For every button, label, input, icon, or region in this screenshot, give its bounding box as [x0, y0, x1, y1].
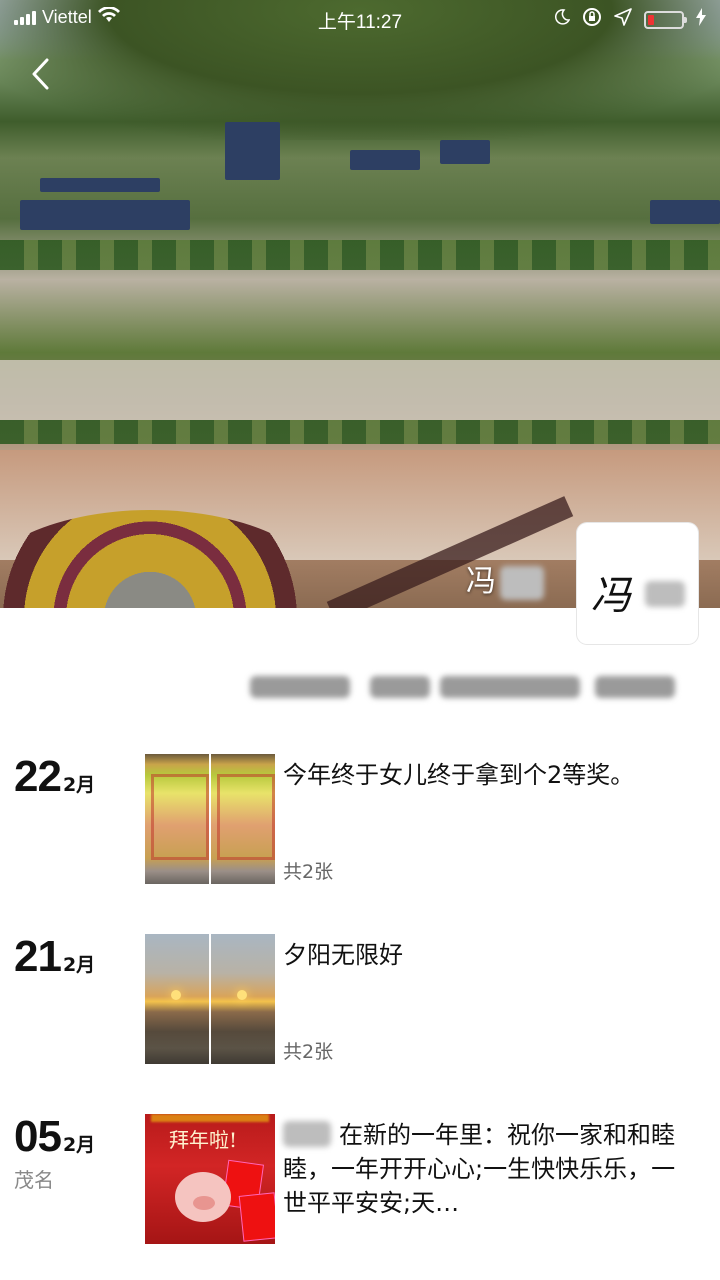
post-location: 茂名: [14, 1168, 54, 1192]
profile-signature-redacted: [250, 670, 690, 704]
thumbnail-sunset: [145, 934, 209, 1064]
status-right: [554, 7, 706, 32]
moment-entry[interactable]: 21 2月 夕阳无限好 共2张: [0, 932, 720, 1072]
thumbnail-banner-top: [151, 1114, 269, 1122]
post-date: 21 2月: [14, 932, 95, 982]
cover-building: [350, 150, 420, 170]
post-date: 22 2月: [14, 752, 95, 802]
profile-name: 冯: [466, 556, 544, 600]
post-text: 夕阳无限好: [283, 941, 403, 969]
avatar-signature: 冯: [591, 573, 631, 619]
cover-pagoda: [225, 122, 280, 180]
moment-entry[interactable]: 05 2月 茂名 拜年啦! 在新的一年里：祝你一家和和睦睦，一年开开心心;一生快…: [0, 1112, 720, 1280]
moment-entry[interactable]: 22 2月 今年终于女儿终于拿到个2等奖。 共2张: [0, 752, 720, 892]
post-thumbnails[interactable]: 拜年啦!: [145, 1114, 275, 1244]
cover-shrubs: [0, 420, 720, 444]
post-thumbnails[interactable]: [145, 934, 275, 1064]
thumbnail-new-year: 拜年啦!: [145, 1114, 275, 1244]
red-envelope: [238, 1192, 275, 1242]
post-day: 22: [14, 752, 62, 801]
thumbnail-certificate: [211, 754, 275, 884]
rotation-lock-icon: [582, 7, 602, 32]
post-text-content: 在新的一年里：祝你一家和和睦睦，一年开开心心;一生快快乐乐，一世平平安安;天…: [283, 1121, 676, 1217]
location-arrow-icon: [614, 8, 632, 31]
profile-name-redacted: [500, 565, 544, 600]
charging-bolt-icon: [696, 8, 706, 31]
thumbnail-certificate: [145, 754, 209, 884]
post-month: 2月: [62, 954, 96, 976]
avatar-redacted: [645, 581, 685, 607]
post-text: 在新的一年里：祝你一家和和睦睦，一年开开心心;一生快快乐乐，一世平平安安;天…: [283, 1118, 683, 1220]
cover-temple-roof: [40, 178, 160, 192]
cover-trees: [0, 240, 720, 270]
post-date: 05 2月: [14, 1112, 95, 1162]
photo-count: 共2张: [283, 1041, 334, 1063]
mentioned-name-redacted: [283, 1121, 331, 1147]
post-month: 2月: [62, 1134, 96, 1156]
avatar[interactable]: 冯: [577, 523, 698, 644]
moon-icon: [554, 9, 571, 30]
pig-illustration: [175, 1172, 231, 1222]
cover-road: [0, 360, 720, 420]
cover-building: [440, 140, 490, 164]
cover-building: [650, 200, 720, 224]
profile-name-visible: 冯: [466, 564, 496, 599]
post-day: 05: [14, 1112, 62, 1161]
cover-photo[interactable]: [0, 0, 720, 608]
photo-count: 共2张: [283, 861, 334, 883]
thumbnail-caption: 拜年啦!: [169, 1128, 238, 1152]
status-bar: Viettel 上午11:27: [0, 0, 720, 36]
post-thumbnails[interactable]: [145, 754, 275, 884]
post-day: 21: [14, 932, 62, 981]
back-button[interactable]: [22, 54, 58, 94]
thumbnail-sunset: [211, 934, 275, 1064]
post-month: 2月: [62, 774, 96, 796]
cover-temple: [20, 200, 190, 230]
post-text: 今年终于女儿终于拿到个2等奖。: [283, 761, 635, 789]
battery-icon: [644, 10, 687, 29]
chevron-left-icon: [32, 58, 49, 90]
